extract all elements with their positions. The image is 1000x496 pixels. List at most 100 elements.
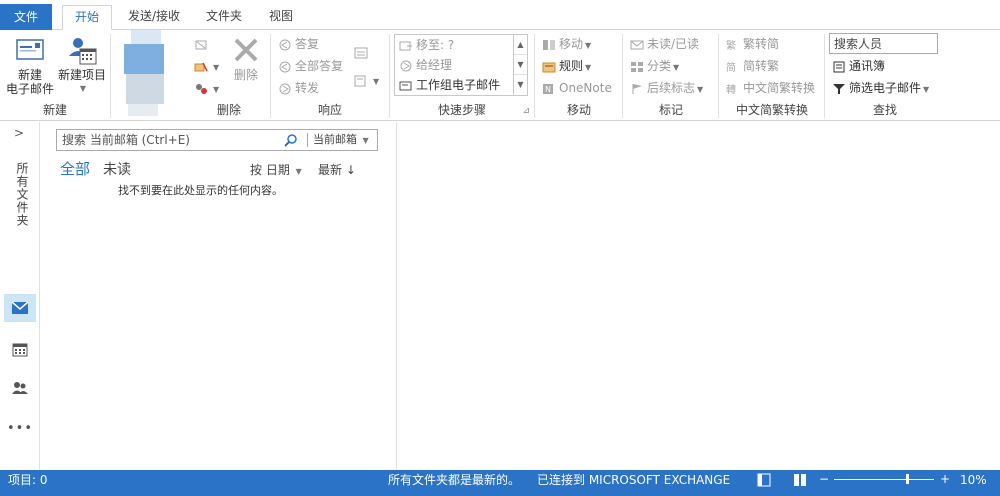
categorize-icon [631,61,643,72]
navigation-strip: > 所有文件夹 ••• [0,122,40,470]
address-book-button[interactable]: 通讯簿 [832,56,885,76]
unread-read-label: 未读/已读 [647,37,700,51]
team-email-icon [399,81,412,90]
respond-group: 答复 全部答复 转发 ▼ 响应 [272,30,388,121]
reading-pane [398,122,1000,470]
search-icon[interactable] [284,133,298,147]
group-divider [824,34,825,118]
forward-button[interactable]: 转发 [278,78,319,98]
group-divider [270,34,271,118]
normal-view-icon[interactable] [757,473,771,487]
mail-search-input[interactable] [57,130,293,150]
filter-unread-tab[interactable]: 未读 [103,159,131,179]
dialog-launcher-icon[interactable]: ⊿ [522,106,530,116]
filter-email-label: 筛选电子邮件 [849,81,922,95]
reading-view-icon[interactable] [793,473,807,487]
to-simplified-button[interactable]: 简简转繁 [726,56,779,76]
chevron-down-icon: ▼ [362,136,369,145]
quick-steps-group-label: 快速步骤 [437,103,486,117]
search-people-input[interactable] [829,33,938,54]
follow-up-button[interactable]: 后续标志 ▼ [630,78,703,98]
rules-icon [542,62,556,72]
calendar-nav-button[interactable] [4,336,36,364]
new-group-label: 新建 [42,103,67,117]
new-items-button[interactable]: 新建项目 ▼ [56,36,108,96]
categorize-label: 分类 [647,59,672,73]
onenote-button[interactable]: N OneNote [542,78,612,98]
svg-text:简: 简 [726,61,736,73]
more-respond-button[interactable]: ▼ [354,70,379,90]
onenote-label: OneNote [559,81,612,95]
empty-list-message: 找不到要在此处显示的任何内容。 [118,184,283,197]
quick-step-team-email[interactable]: 工作组电子邮件 [395,75,500,95]
expand-gallery-icon[interactable]: ▼ [514,75,527,95]
respond-group-label: 响应 [317,103,342,117]
tab-home[interactable]: 开始 [62,5,112,30]
expand-pane-icon[interactable]: > [14,126,24,140]
sort-by-dropdown[interactable]: 按 日期 ▼ [250,161,302,178]
folders-status: 所有文件夹都是最新的。 [388,473,521,487]
more-nav-icon[interactable]: ••• [4,414,36,442]
ignore-button[interactable] [194,34,211,54]
mail-search-box: 当前邮箱 ▼ [56,129,378,151]
scroll-up-icon[interactable]: ▲ [514,35,527,55]
new-email-button[interactable]: 新建 电子邮件 [4,38,56,96]
group-divider [110,34,111,118]
move-group: 移动 ▼ 规则 ▼ N OneNote 移动 [536,30,622,121]
sort-by-label: 按 日期 [250,163,290,177]
quick-steps-scrollbar[interactable]: ▲ ▼ ▼ [513,35,527,95]
svg-text:N: N [545,85,551,94]
zoom-slider-thumb[interactable] [906,474,909,484]
search-divider [307,133,308,147]
mail-nav-button[interactable] [4,294,36,322]
ribbon-tabs: 文件 开始 发送/接收 文件夹 视图 [0,0,1000,30]
reply-all-button[interactable]: 全部答复 [278,56,343,76]
to-traditional-button[interactable]: 繁繁转简 [726,34,779,54]
people-nav-button[interactable] [4,374,36,402]
zoom-level[interactable]: 10% [960,470,987,490]
categorize-button[interactable]: 分类 ▼ [630,56,679,76]
quick-step-to-manager[interactable]: 给经理 [395,55,452,75]
chinese-conversion-group: 繁繁转简 简简转繁 轉中文简繁转换 中文简繁转换 [720,30,824,121]
filter-email-button[interactable]: 筛选电子邮件 ▼ [832,78,929,98]
tab-folder[interactable]: 文件夹 [198,5,250,30]
close-icon [232,36,260,64]
traditional-icon: 繁 [726,39,736,51]
search-scope-dropdown[interactable]: 当前邮箱 ▼ [313,130,369,150]
tab-view[interactable]: 视图 [258,5,304,30]
new-email-label-1: 新建 [17,68,42,82]
zoom-in-icon[interactable]: + [940,469,950,489]
junk-button[interactable]: ▼ [194,78,219,98]
cleanup-button[interactable]: ▼ [194,56,219,76]
tab-file[interactable]: 文件 [0,4,52,30]
scroll-down-icon[interactable]: ▼ [514,55,527,75]
quick-step-team-email-label: 工作组电子邮件 [416,78,501,92]
chevron-down-icon: ▼ [79,84,87,93]
reply-all-label: 全部答复 [295,59,344,73]
meeting-button[interactable] [354,42,371,62]
rules-button[interactable]: 规则 ▼ [542,56,591,76]
rules-label: 规则 [559,59,584,73]
find-group-label: 查找 [872,103,897,117]
new-items-label: 新建项目 [57,68,106,82]
flag-icon [632,83,642,94]
ignore-icon [195,40,207,49]
all-folders-label[interactable]: 所有文件夹 [14,162,31,227]
reply-button[interactable]: 答复 [278,34,319,54]
delete-button[interactable]: 删除 [226,36,266,82]
zoom-slider-track[interactable] [834,479,934,480]
quick-step-move-to-label: 移至: ? [416,38,455,52]
convert-button[interactable]: 轉中文简繁转换 [726,78,815,98]
quick-step-move-to[interactable]: 移至: ? [395,35,454,55]
tab-send-receive[interactable]: 发送/接收 [118,5,190,30]
filter-all-tab[interactable]: 全部 [60,158,90,179]
zoom-out-icon[interactable]: − [819,469,829,489]
unread-read-button[interactable]: 未读/已读 [630,34,699,54]
new-email-icon [14,38,46,62]
move-button[interactable]: 移动 ▼ [542,34,591,54]
group-divider [718,34,719,118]
forward-label: 转发 [295,81,320,95]
new-email-label-2: 电子邮件 [5,82,54,96]
onenote-icon: N [543,83,553,94]
sort-order-toggle[interactable]: 最新 ↓ [318,161,356,178]
